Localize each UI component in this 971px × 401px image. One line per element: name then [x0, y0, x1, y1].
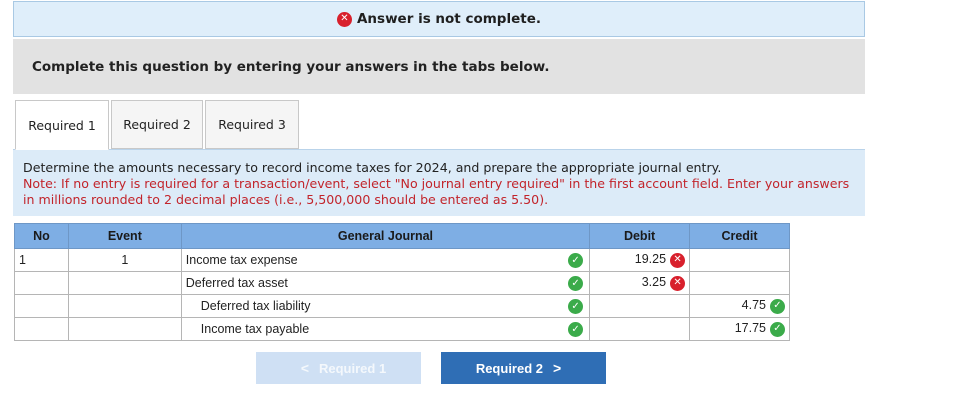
check-circle-icon: ✓ — [568, 253, 584, 268]
check-circle-icon: ✓ — [770, 321, 785, 337]
no-cell — [14, 294, 69, 318]
debit-value: 19.25 — [634, 252, 667, 267]
credit-value: 4.75 — [741, 298, 766, 313]
tab-required-1[interactable]: Required 1 — [15, 100, 109, 150]
x-circle-icon: ✕ — [670, 252, 686, 268]
table-header-row: No Event General Journal Debit Credit — [14, 223, 790, 249]
x-circle-icon: ✕ — [670, 275, 686, 291]
next-required-button[interactable]: Required 2 > — [441, 352, 606, 384]
header-general-journal: General Journal — [180, 223, 591, 249]
previous-required-button[interactable]: < Required 1 — [256, 352, 421, 384]
question-note: Note: If no entry is required for a tran… — [23, 176, 850, 207]
debit-field[interactable] — [589, 317, 691, 341]
debit-field[interactable] — [589, 294, 691, 318]
question-panel: Determine the amounts necessary to recor… — [13, 149, 865, 216]
chevron-left-icon: < — [300, 360, 309, 376]
event-cell — [67, 294, 182, 318]
chevron-right-icon: > — [553, 360, 562, 376]
no-cell — [14, 271, 69, 295]
check-circle-icon: ✓ — [770, 298, 785, 314]
x-circle-icon: ✕ — [336, 11, 352, 27]
debit-field[interactable]: 3.25 ✕ — [589, 271, 691, 295]
credit-field[interactable] — [689, 271, 790, 295]
instructions-bar: Complete this question by entering your … — [13, 39, 865, 94]
previous-button-label: Required 1 — [319, 360, 387, 376]
header-debit: Debit — [589, 223, 691, 249]
event-cell: 1 — [67, 248, 182, 272]
check-circle-icon: ✓ — [568, 299, 584, 314]
no-cell — [14, 317, 69, 341]
event-cell — [67, 271, 182, 295]
debit-field[interactable]: 19.25 ✕ — [589, 248, 691, 272]
table-row: Deferred tax asset ✓ 3.25 ✕ — [14, 271, 790, 295]
question-description: Determine the amounts necessary to recor… — [23, 160, 722, 175]
journal-entry-table: No Event General Journal Debit Credit 1 … — [14, 223, 790, 341]
table-row: 1 1 Income tax expense ✓ 19.25 ✕ — [14, 248, 790, 272]
account-name: Deferred tax liability — [200, 299, 311, 313]
check-circle-icon: ✓ — [568, 322, 584, 337]
credit-field[interactable]: 17.75 ✓ — [689, 317, 790, 341]
instructions-text: Complete this question by entering your … — [32, 58, 550, 75]
answer-status-banner: ✕ Answer is not complete. — [13, 1, 865, 37]
table-row: Deferred tax liability ✓ 4.75 ✓ — [14, 294, 790, 318]
credit-field[interactable] — [689, 248, 790, 272]
header-no: No — [14, 223, 69, 249]
credit-value: 17.75 — [734, 321, 766, 336]
account-name: Deferred tax asset — [185, 276, 288, 290]
account-field[interactable]: Deferred tax asset ✓ — [180, 271, 591, 295]
tab-required-2[interactable]: Required 2 — [111, 100, 203, 149]
event-cell — [67, 317, 182, 341]
debit-value: 3.25 — [641, 275, 667, 290]
account-name: Income tax payable — [200, 322, 310, 336]
answer-status-text: Answer is not complete. — [356, 11, 541, 27]
account-field[interactable]: Income tax expense ✓ — [180, 248, 591, 272]
no-cell: 1 — [14, 248, 69, 272]
header-event: Event — [67, 223, 182, 249]
check-circle-icon: ✓ — [568, 276, 584, 291]
account-name: Income tax expense — [185, 253, 298, 267]
header-credit: Credit — [689, 223, 790, 249]
tab-required-3[interactable]: Required 3 — [205, 100, 299, 149]
credit-field[interactable]: 4.75 ✓ — [689, 294, 790, 318]
next-button-label: Required 2 — [475, 360, 543, 376]
account-field[interactable]: Deferred tax liability ✓ — [180, 294, 591, 318]
account-field[interactable]: Income tax payable ✓ — [180, 317, 591, 341]
table-row: Income tax payable ✓ 17.75 ✓ — [14, 317, 790, 341]
